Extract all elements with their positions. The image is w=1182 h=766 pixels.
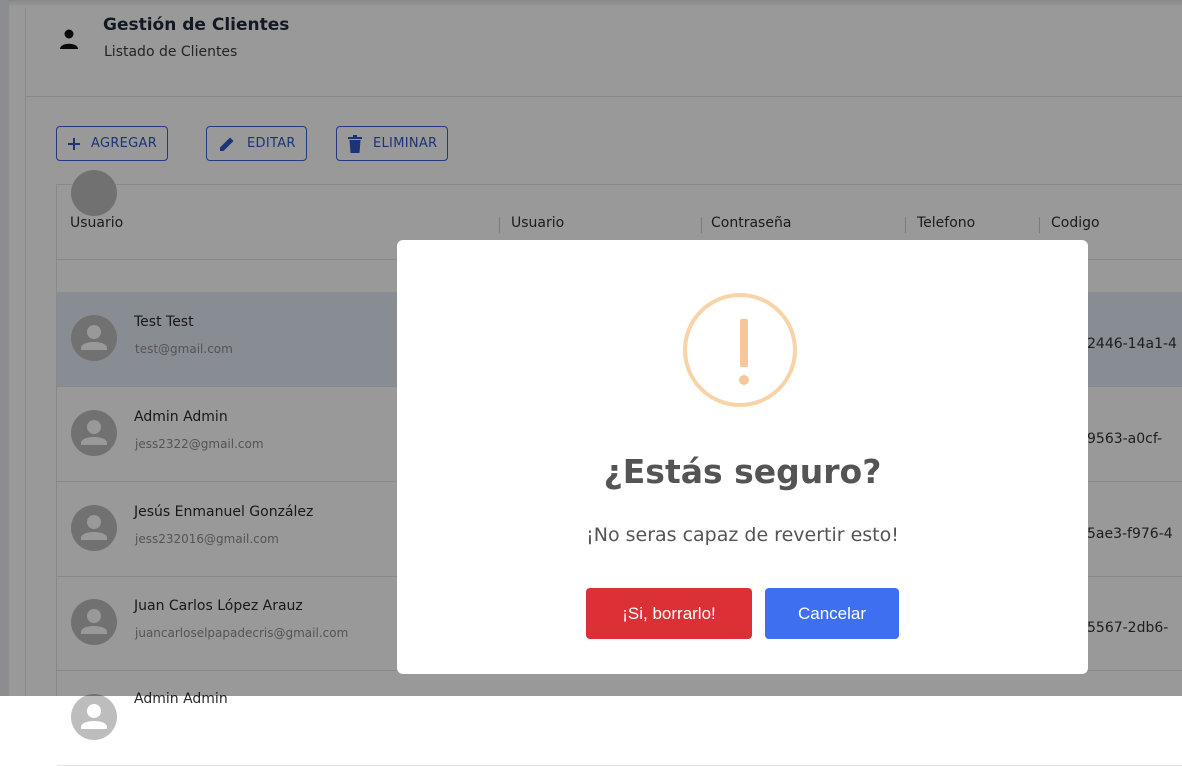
dialog-title: ¿Estás seguro? bbox=[603, 452, 882, 491]
warning-icon-bar bbox=[740, 319, 748, 367]
confirm-delete-button[interactable]: ¡Si, borrarlo! bbox=[586, 588, 752, 639]
person-avatar-icon bbox=[81, 704, 107, 729]
dialog-text: ¡No seras capaz de revertir esto! bbox=[586, 524, 899, 546]
warning-icon-dot bbox=[739, 375, 749, 385]
cancel-button[interactable]: Cancelar bbox=[765, 588, 899, 639]
confirm-dialog: ¿Estás seguro? ¡No seras capaz de revert… bbox=[397, 240, 1088, 674]
warning-icon bbox=[683, 293, 797, 407]
avatar bbox=[71, 694, 117, 740]
